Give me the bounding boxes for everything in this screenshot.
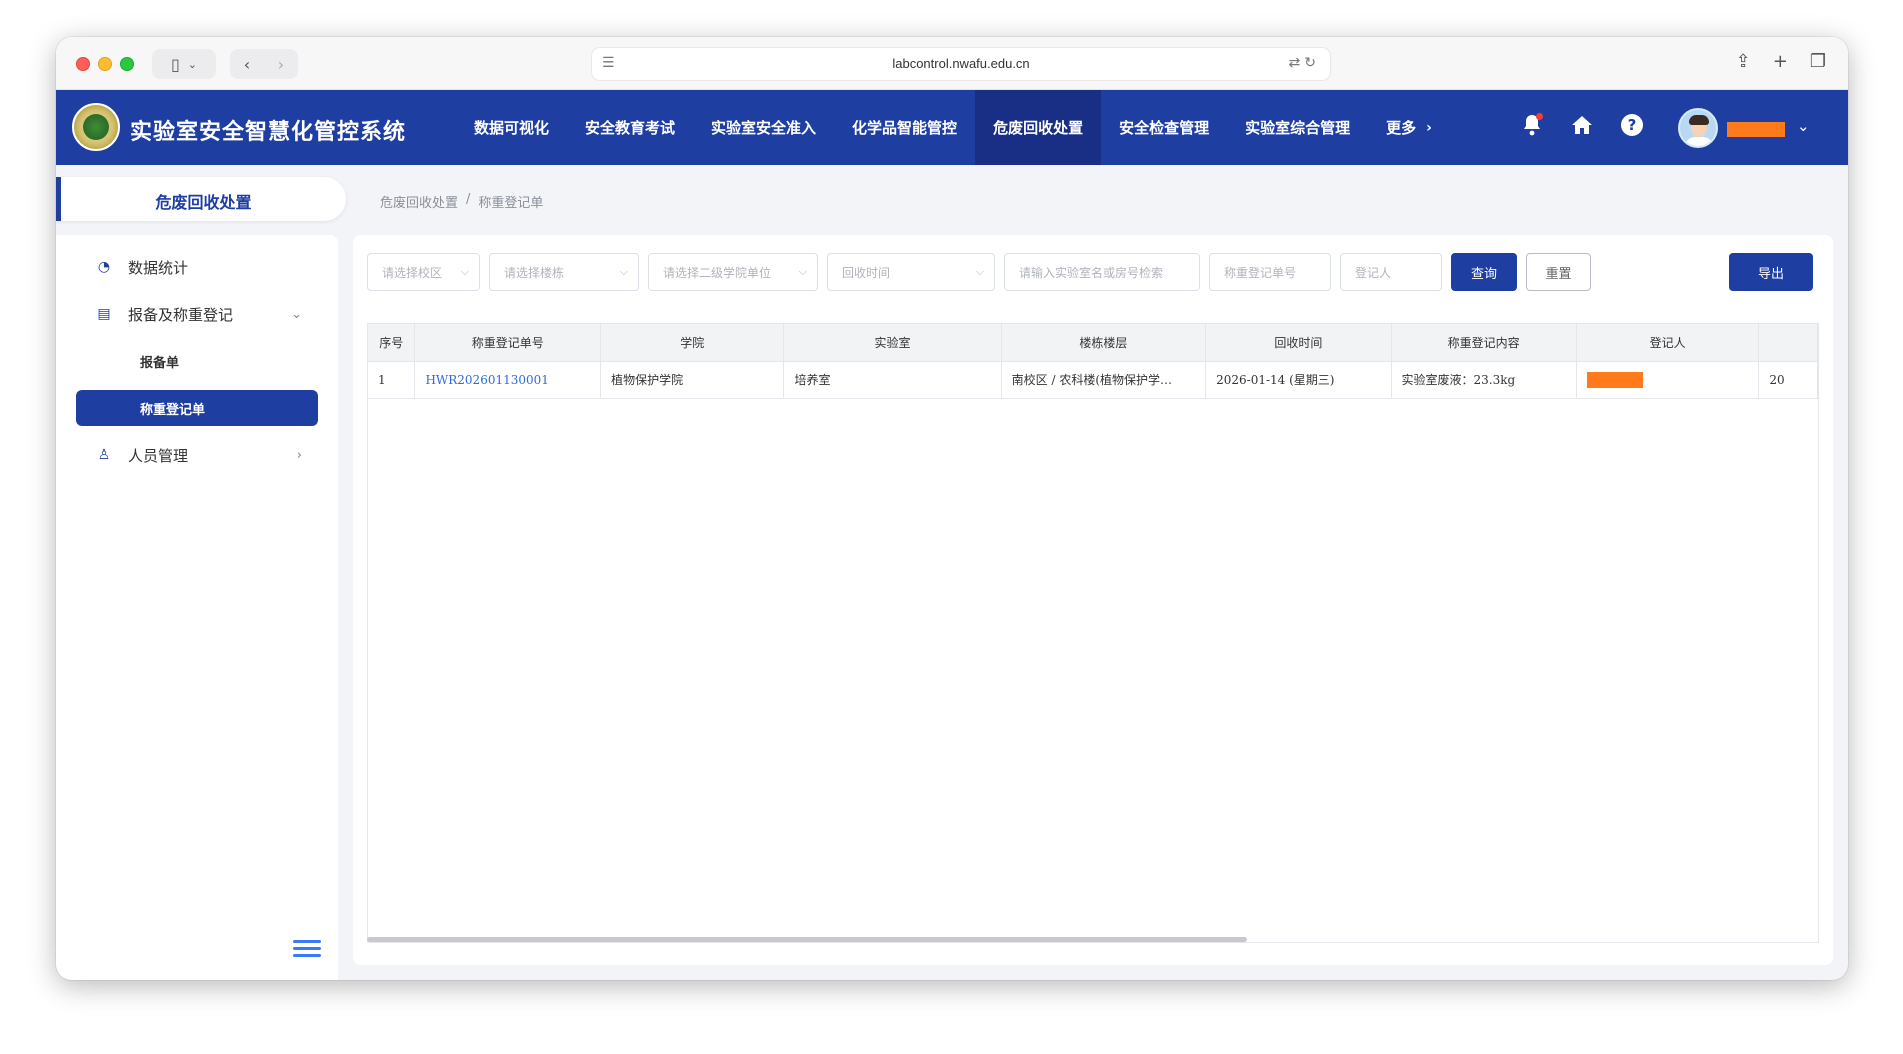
pie-chart-icon: ◔ xyxy=(97,259,111,275)
university-logo xyxy=(72,103,120,151)
translate-reload-icons[interactable]: ⇄↻ xyxy=(1289,55,1320,71)
help-icon[interactable]: ? xyxy=(1619,112,1645,138)
cell-building: 南校区 / 农科楼(植物保护学… xyxy=(1001,361,1207,399)
cell-college: 植物保护学院 xyxy=(600,361,785,399)
sidebar-title: 危废回收处置 xyxy=(56,177,346,221)
document-icon: ▤ xyxy=(97,306,111,322)
breadcrumb-item[interactable]: 危废回收处置 xyxy=(380,192,458,211)
breadcrumb-separator: / xyxy=(466,192,471,207)
registrant-input[interactable]: 登记人 xyxy=(1340,253,1442,291)
column-header[interactable]: 序号 xyxy=(368,324,416,362)
chevron-down-icon: ⌵ xyxy=(619,265,628,278)
tab-overview-icon[interactable]: ❐ xyxy=(1810,51,1826,72)
notification-dot xyxy=(1536,113,1543,120)
column-header[interactable] xyxy=(1758,324,1818,362)
history-nav: ‹ › xyxy=(230,49,298,79)
minimize-window-button[interactable] xyxy=(98,57,112,71)
column-header[interactable]: 回收时间 xyxy=(1205,324,1392,362)
nav-lab-management[interactable]: 实验室综合管理 xyxy=(1227,90,1368,165)
bell-icon[interactable] xyxy=(1519,112,1545,138)
address-bar[interactable]: ☰ labcontrol.nwafu.edu.cn ⇄↻ xyxy=(591,47,1331,81)
registrant-redacted xyxy=(1586,371,1643,388)
reset-button[interactable]: 重置 xyxy=(1526,253,1591,291)
user-avatar[interactable] xyxy=(1678,108,1718,148)
chevron-down-icon: ⌵ xyxy=(975,265,984,278)
browser-actions: ⇪ + ❐ xyxy=(1736,51,1826,72)
recycle-time-select[interactable]: 回收时间 ⌵ xyxy=(827,253,995,291)
app-title: 实验室安全智慧化管控系统 xyxy=(130,120,407,145)
sidebar-item-personnel[interactable]: ♙ 人员管理 › xyxy=(76,437,318,473)
records-table: 序号 称重登记单号 学院 实验室 楼栋楼层 回收时间 称重登记内容 登记人 1 xyxy=(367,323,1819,943)
new-tab-icon[interactable]: + xyxy=(1773,51,1788,72)
header-actions: ? xyxy=(1519,112,1645,138)
nav-chemical-control[interactable]: 化学品智能管控 xyxy=(834,90,975,165)
maximize-window-button[interactable] xyxy=(120,57,134,71)
chevron-right-icon: › xyxy=(1426,119,1432,136)
home-icon[interactable] xyxy=(1569,112,1595,138)
chevron-down-icon: ⌵ xyxy=(460,265,469,278)
breadcrumb-current: 称重登记单 xyxy=(478,196,544,211)
chevron-down-icon: ⌄ xyxy=(291,306,302,322)
sidebar-item-statistics[interactable]: ◔ 数据统计 xyxy=(76,249,318,285)
college-select[interactable]: 请选择二级学院单位 ⌵ xyxy=(648,253,818,291)
sidebar-item-weighing-record[interactable]: 称重登记单 xyxy=(76,390,318,426)
chevron-down-icon: ⌵ xyxy=(798,265,807,278)
cell-registrant xyxy=(1576,361,1760,399)
building-select[interactable]: 请选择楼栋 ⌵ xyxy=(489,253,639,291)
chevron-down-icon: ⌄ xyxy=(187,57,198,71)
query-button[interactable]: 查询 xyxy=(1451,253,1517,291)
share-icon[interactable]: ⇪ xyxy=(1736,51,1751,72)
chevron-right-icon: › xyxy=(296,447,302,463)
user-icon: ♙ xyxy=(97,447,111,463)
campus-select[interactable]: 请选择校区 ⌵ xyxy=(367,253,480,291)
nav-safety-exam[interactable]: 安全教育考试 xyxy=(567,90,693,165)
breadcrumb: 危废回收处置 / 称重登记单 xyxy=(380,192,543,211)
column-header[interactable]: 称重登记内容 xyxy=(1391,324,1577,362)
nav-hazardous-waste[interactable]: 危废回收处置 xyxy=(975,90,1102,165)
column-header[interactable]: 称重登记单号 xyxy=(414,324,602,362)
app-header: 实验室安全智慧化管控系统 数据可视化 安全教育考试 实验室安全准入 化学品智能管… xyxy=(56,90,1848,165)
table-header-row: 序号 称重登记单号 学院 实验室 楼栋楼层 回收时间 称重登记内容 登记人 xyxy=(368,324,1818,362)
sidebar-icon: ▯ xyxy=(170,54,180,74)
forward-button[interactable]: › xyxy=(264,55,298,74)
sidebar-item-registration[interactable]: ▤ 报备及称重登记 ⌄ xyxy=(76,296,318,332)
horizontal-scrollbar[interactable] xyxy=(367,937,1247,942)
main-panel: 请选择校区 ⌵ 请选择楼栋 ⌵ 请选择二级学院单位 ⌵ 回收时间 ⌵ 请输入实验室名或房… xyxy=(353,235,1833,965)
cell-record-number: HWR202601130001 xyxy=(414,361,602,399)
record-number-input[interactable]: 称重登记单号 xyxy=(1209,253,1331,291)
browser-toolbar: ▯ ⌄ ‹ › ☰ labcontrol.nwafu.edu.cn ⇄↻ ⇪ + … xyxy=(56,37,1848,90)
nav-data-visualization[interactable]: 数据可视化 xyxy=(456,90,567,165)
column-header[interactable]: 登记人 xyxy=(1576,324,1760,362)
url-text: labcontrol.nwafu.edu.cn xyxy=(892,56,1030,71)
sidebar-toggle-button[interactable]: ▯ ⌄ xyxy=(152,49,216,79)
cell-extra: 20 xyxy=(1758,361,1818,399)
cell-time: 2026-01-14 (星期三) xyxy=(1205,361,1392,399)
top-navigation: 数据可视化 安全教育考试 实验室安全准入 化学品智能管控 危废回收处置 安全检查… xyxy=(456,90,1450,165)
record-number-link[interactable]: HWR202601130001 xyxy=(425,373,548,387)
nav-lab-access[interactable]: 实验室安全准入 xyxy=(693,90,834,165)
column-header[interactable]: 楼栋楼层 xyxy=(1001,324,1207,362)
browser-window: ▯ ⌄ ‹ › ☰ labcontrol.nwafu.edu.cn ⇄↻ ⇪ + … xyxy=(56,37,1848,980)
table-row[interactable]: 1 HWR202601130001 植物保护学院 培养室 南校区 / 农科楼(植… xyxy=(368,361,1818,399)
nav-safety-inspection[interactable]: 安全检查管理 xyxy=(1101,90,1227,165)
close-window-button[interactable] xyxy=(76,57,90,71)
column-header[interactable]: 实验室 xyxy=(783,324,1002,362)
cell-lab: 培养室 xyxy=(783,361,1002,399)
collapse-menu-icon[interactable] xyxy=(293,940,321,962)
sidebar-item-report-form[interactable]: 报备单 xyxy=(76,343,318,379)
column-header[interactable]: 学院 xyxy=(600,324,785,362)
export-button[interactable]: 导出 xyxy=(1729,253,1813,291)
nav-more[interactable]: 更多 › xyxy=(1368,90,1450,165)
chevron-down-icon[interactable]: ⌄ xyxy=(1797,117,1810,135)
cell-index: 1 xyxy=(368,361,416,399)
back-button[interactable]: ‹ xyxy=(230,55,264,74)
username-redacted[interactable] xyxy=(1727,122,1785,137)
cell-content: 实验室废液：23.3kg xyxy=(1391,361,1577,399)
lab-search-input[interactable]: 请输入实验室名或房号检索 xyxy=(1004,253,1200,291)
sidebar: ◔ 数据统计 ▤ 报备及称重登记 ⌄ 报备单 称重登记单 ♙ 人员管理 › xyxy=(56,235,338,980)
